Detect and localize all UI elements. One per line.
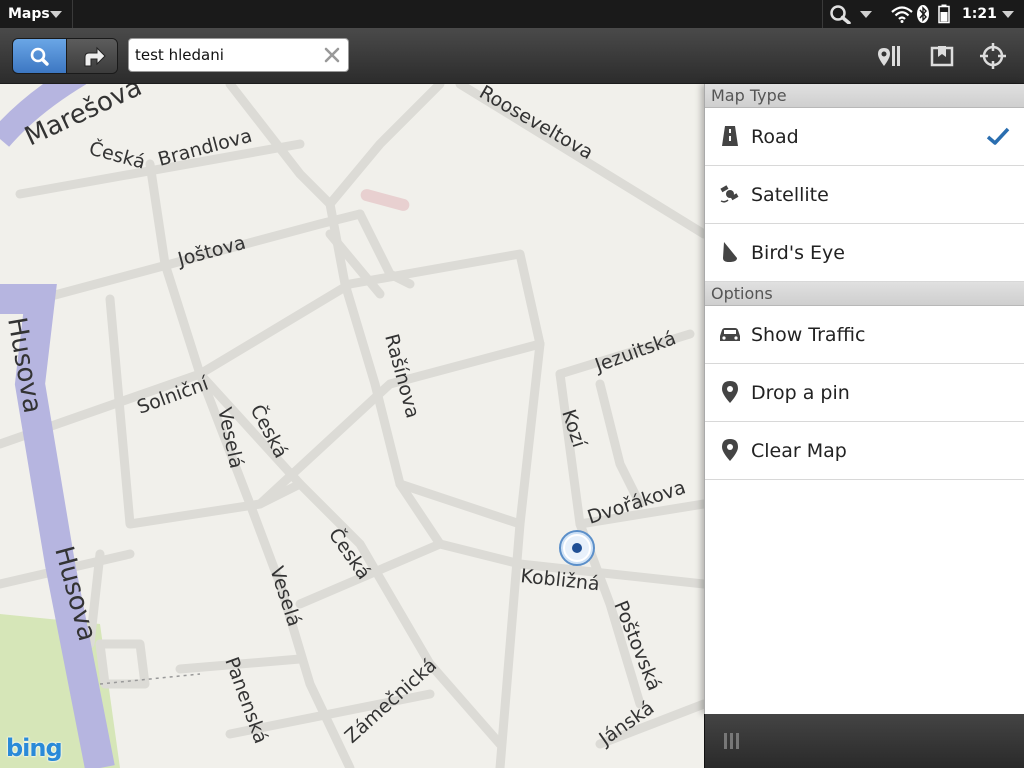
battery-icon [938, 4, 950, 24]
menu-item-label: Show Traffic [751, 324, 866, 346]
street-label: Poštovská [609, 598, 665, 694]
bookmarks-icon[interactable] [926, 40, 958, 72]
street-label: Veselá [265, 564, 305, 630]
bluetooth-icon [917, 5, 929, 23]
nearby-icon[interactable] [874, 40, 906, 72]
status-divider [822, 0, 823, 28]
map-canvas[interactable]: Marešova Česká Brandlova Rooseveltova Jo… [0, 84, 704, 768]
street-label: Dvořákova [585, 476, 689, 528]
menu-item-drop-pin[interactable]: Drop a pin [705, 364, 1024, 422]
menu-item-satellite[interactable]: Satellite [705, 166, 1024, 224]
traffic-car-icon [720, 328, 740, 341]
menu-item-label: Clear Map [751, 440, 847, 462]
satellite-icon [720, 185, 739, 203]
directions-icon [84, 46, 106, 67]
search-input[interactable] [135, 39, 315, 71]
menu-item-label: Road [751, 126, 799, 148]
toolbar [0, 28, 1024, 84]
section-header-options: Options [705, 282, 1024, 306]
map-view[interactable]: Marešova Česká Brandlova Rooseveltova Jo… [0, 84, 704, 768]
menu-item-clear-map[interactable]: Clear Map [705, 422, 1024, 480]
minor-roads [0, 84, 704, 768]
street-label: Rooseveltova [476, 84, 597, 164]
panel-footer [704, 714, 1024, 768]
map-options-panel: Map Type Road Satellite Bird's Eye Optio… [704, 84, 1024, 714]
menu-item-birds-eye[interactable]: Bird's Eye [705, 224, 1024, 282]
street-label: Jezuitská [591, 327, 679, 377]
drag-handle-icon[interactable] [723, 732, 741, 750]
locate-icon[interactable] [977, 40, 1009, 72]
status-bar: Maps 1:21 [0, 0, 1024, 28]
menu-item-road[interactable]: Road [705, 108, 1024, 166]
chevron-down-icon[interactable] [860, 11, 872, 18]
section-header-map-type: Map Type [705, 84, 1024, 108]
menu-item-label: Satellite [751, 184, 829, 206]
search-icon [30, 47, 49, 66]
chevron-down-icon[interactable] [1002, 11, 1014, 18]
search-box [128, 38, 349, 72]
search-mode-button[interactable] [13, 39, 66, 73]
menu-item-label: Drop a pin [751, 382, 850, 404]
street-label: Kozí [557, 407, 590, 451]
road-icon [722, 126, 738, 146]
app-menu-arrow-icon[interactable] [50, 11, 62, 18]
street-label: Česká [87, 136, 148, 174]
search-icon[interactable] [828, 4, 854, 24]
close-icon[interactable] [322, 45, 342, 65]
clock: 1:21 [962, 6, 997, 22]
menu-item-show-traffic[interactable]: Show Traffic [705, 306, 1024, 364]
wifi-icon [891, 6, 913, 23]
menu-item-label: Bird's Eye [751, 242, 845, 264]
pin-icon [722, 439, 738, 461]
street-label: Zámečnická [341, 654, 441, 748]
tram-stop [360, 189, 410, 211]
bing-logo: bing [6, 734, 63, 762]
footpath [99, 673, 201, 685]
birds-eye-icon [723, 242, 737, 262]
street-label: Joštova [175, 232, 248, 271]
app-title[interactable]: Maps [8, 0, 50, 28]
pin-icon [722, 381, 738, 403]
checkmark-icon [986, 127, 1010, 145]
status-divider [72, 0, 73, 28]
mode-toggle [12, 38, 118, 74]
current-location-marker[interactable] [559, 530, 595, 566]
directions-mode-button[interactable] [66, 39, 117, 73]
